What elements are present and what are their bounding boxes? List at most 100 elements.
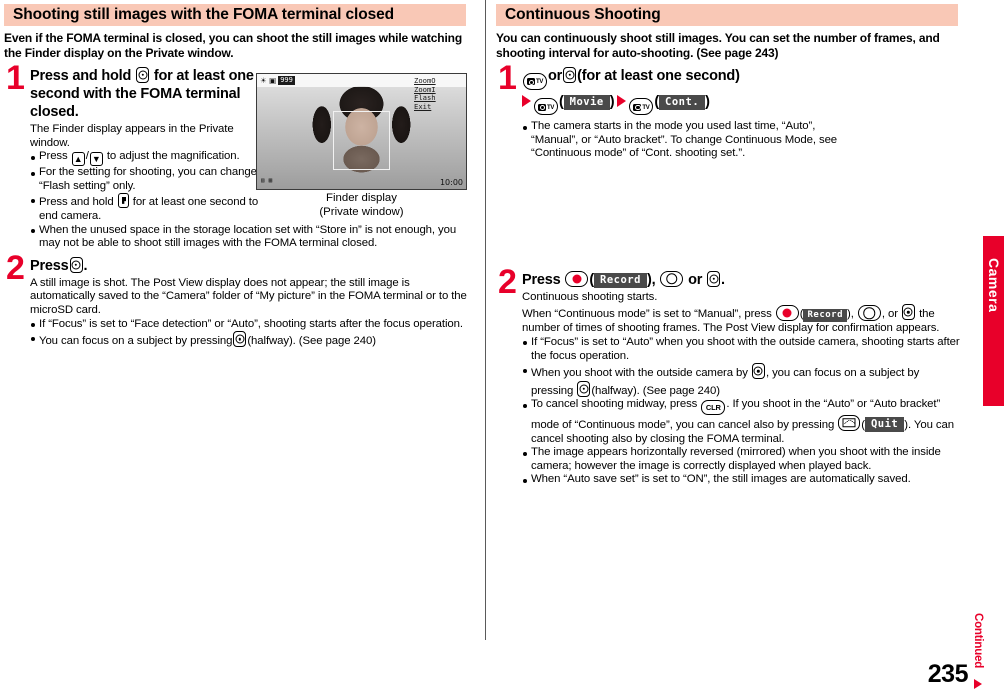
subtext-line-1: Continuous shooting starts.	[522, 290, 658, 303]
left-lead-text: Even if the FOMA terminal is closed, you…	[4, 31, 463, 60]
right-lead-text: You can continuously shoot still images.…	[496, 31, 940, 60]
step-1-title-part-a: Press and hold	[30, 68, 132, 84]
press-label: Press	[522, 271, 561, 288]
camera-shutter-key-icon	[563, 67, 577, 83]
right-step-2-bullets: If “Focus” is set to “Auto” when you sho…	[522, 336, 962, 487]
clear-key-icon: CLR	[701, 399, 726, 415]
bullet-text-a: When you shoot with the outside camera b…	[531, 367, 748, 380]
bullet-text-c: to adjust the magnification.	[106, 150, 240, 163]
softkey-chip-record: Record	[803, 309, 847, 323]
softkey-chip-movie: Movie	[563, 94, 610, 110]
list-item: If “Focus” is set to “Auto” when you sho…	[522, 336, 962, 363]
step-2-bullets: If “Focus” is set to “Face detection” or…	[30, 318, 470, 349]
step-1-title: Press and hold for at least one second w…	[30, 67, 262, 121]
finder-bottom-icons: ▧▦	[261, 177, 277, 184]
right-step-2: 2 Press (Record), or . Continuous shooti…	[496, 265, 960, 487]
step-number: 2	[498, 262, 517, 301]
left-section-title: Shooting still images with the FOMA term…	[4, 4, 466, 26]
camera-tv-key-icon: TV	[629, 98, 654, 115]
title-part-d: .	[721, 271, 725, 288]
bullet-text-a: To cancel shooting midway, press	[531, 398, 698, 411]
right-step-2-title: Press (Record), or .	[522, 270, 725, 288]
shot-counter: 999	[278, 75, 295, 85]
finder-clock: 10:00	[439, 178, 463, 187]
list-item: For the setting for shooting, you can ch…	[30, 166, 262, 193]
list-item: When you shoot with the outside camera b…	[522, 363, 962, 398]
round-o-key-icon	[857, 305, 881, 322]
softkey-chip-record: Record	[594, 272, 647, 288]
private-window-finder-mock: ☀ ▣ 999 ZoomO ZoomI Flash Exit ▧▦ 10:00	[256, 73, 467, 190]
left-figure-caption: Finder display (Private window)	[256, 192, 467, 219]
step-1-subtext: The Finder display appears in the Privat…	[30, 123, 234, 149]
list-item: When “Auto save set” is set to “ON”, the…	[522, 473, 962, 487]
finder-menu-item-exit: Exit	[414, 101, 432, 111]
duration-note: (for at least one second)	[577, 68, 740, 84]
left-figure: ☀ ▣ 999 ZoomO ZoomI Flash Exit ▧▦ 10:00 F…	[256, 73, 467, 219]
right-step-1: 1 TV or (for at least one second) TV(Movie…	[496, 61, 958, 161]
finder-menu-list: ZoomO ZoomI Flash Exit	[414, 76, 464, 111]
power-end-key-icon	[117, 193, 129, 209]
title-part-b: ),	[646, 271, 656, 288]
step-2-subtext: A still image is shot. The Post View dis…	[30, 276, 467, 316]
mail-key-icon	[838, 414, 861, 431]
caption-line-2: (Private window)	[319, 205, 404, 218]
list-item: When the unused space in the storage loc…	[30, 224, 470, 251]
bullet-text-a: Press	[39, 150, 68, 163]
continued-marker: Continued	[972, 613, 998, 689]
right-section-title: Continuous Shooting	[496, 4, 958, 26]
right-step-1-title: TV or (for at least one second)	[522, 67, 852, 90]
camera-shutter-key-icon	[69, 256, 83, 273]
bullet-text-a: You can focus on a subject by pressing	[39, 335, 233, 348]
step-2-title: Press.	[30, 256, 470, 275]
or-label: or	[688, 271, 703, 288]
center-select-key-icon	[775, 305, 799, 322]
caption-line-1: Finder display	[326, 192, 397, 204]
camera-tv-key-icon: TV	[534, 98, 558, 115]
subtext-line-2: When “Continuous mode” is set to “Manual…	[522, 304, 962, 336]
left-step-1-wide-bullets: When the unused space in the storage loc…	[30, 224, 470, 251]
list-item: You can focus on a subject by pressing (h…	[30, 331, 470, 349]
sequence-arrow-icon	[617, 94, 627, 107]
camera-shutter-key-icon	[707, 270, 721, 287]
right-step-2-subtext: Continuous shooting starts. When “Contin…	[522, 291, 962, 336]
side-tab-camera: Camera	[983, 236, 1004, 406]
list-item: If “Focus” is set to “Face detection” or…	[30, 318, 470, 332]
subtext-part-b: ),	[847, 308, 854, 321]
face-detection-frame	[333, 111, 390, 170]
camera-shutter-key-icon	[233, 331, 247, 348]
continued-label: Continued	[972, 613, 984, 669]
step-2-title-part-b: .	[83, 257, 88, 274]
bullet-text-b: (halfway). (See page 240)	[247, 335, 376, 348]
continued-arrow-icon	[974, 679, 982, 689]
list-item: The camera starts in the mode you used l…	[522, 120, 852, 161]
camera-shutter-key-icon	[577, 380, 591, 397]
round-o-key-icon	[660, 270, 684, 287]
softkey-chip-cont: Cont.	[659, 94, 706, 110]
bullet-text-c: (halfway). (See page 240)	[591, 384, 720, 397]
camera-shutter-key-icon	[751, 363, 765, 380]
finder-status-icons: ☀ ▣ 999	[260, 75, 295, 85]
page-number: 235	[927, 660, 969, 688]
step-number: 1	[498, 59, 517, 97]
center-select-key-icon	[565, 270, 589, 287]
step-number: 1	[6, 59, 25, 97]
camera-tv-key-icon: TV	[523, 72, 547, 90]
bullet-text-a: Press and hold	[39, 196, 114, 209]
camera-shutter-key-icon	[901, 304, 915, 321]
right-step-1-bullets: The camera starts in the mode you used l…	[522, 120, 852, 161]
subtext-part-c: , or	[881, 308, 898, 321]
manual-page: Shooting still images with the FOMA term…	[0, 0, 1004, 697]
softkey-chip-quit: Quit	[864, 416, 905, 432]
list-item: To cancel shooting midway, press CLR. If…	[522, 398, 962, 446]
subtext-part-a: When “Continuous mode” is set to “Manual…	[522, 308, 772, 321]
side-tab-label: Camera	[986, 258, 1002, 313]
step-2-title-part-a: Press	[30, 257, 69, 274]
right-column: Continuous Shooting You can continuously…	[492, 0, 962, 697]
camera-shutter-key-icon	[136, 67, 149, 83]
list-item: The image appears horizontally reversed …	[522, 446, 962, 473]
list-item: Press ▲ / ▼ to adjust the magnification.	[30, 150, 262, 167]
left-step-2: 2 Press. A still image is shot. The Post…	[4, 251, 467, 349]
bullet-separator: /	[85, 150, 89, 163]
list-item: Press and hold for at least one second t…	[30, 193, 262, 223]
up-arrow-key-icon: ▲	[71, 152, 85, 167]
